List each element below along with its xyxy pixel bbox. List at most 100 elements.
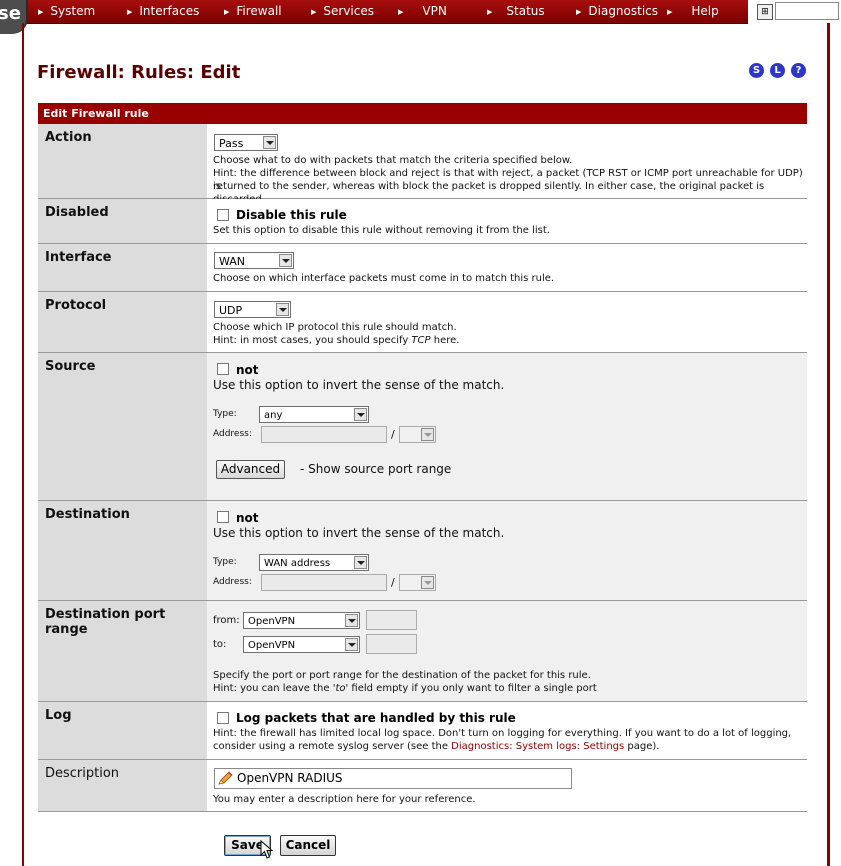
log-packets-checkbox-label[interactable]: Log packets that are handled by this rul… [236,711,516,725]
protocol-hint-1: Choose which IP protocol this rule shoul… [213,322,457,333]
mouse-pointer-icon [260,840,274,859]
protocol-label: Protocol [38,292,207,352]
dest-port-field: from: OpenVPN to: OpenVPN Specify the po… [207,601,807,701]
source-mask-select[interactable] [399,426,436,443]
description-input[interactable]: OpenVPN RADIUS [214,768,572,789]
source-row: Source not Use this option to invert the… [38,353,807,501]
triangle-right-icon: ▶ [398,8,404,16]
destination-invert-hint: Use this option to invert the sense of t… [213,526,505,540]
frame-border-left [22,23,24,866]
destination-not-label[interactable]: not [236,511,259,525]
log-hint-2: consider using a remote syslog server (s… [213,741,660,752]
chevron-down-icon [354,556,367,569]
disabled-field: Disable this rule Set this option to dis… [207,199,807,243]
interface-field: WAN Choose on which interface packets mu… [207,244,807,291]
nav-search-area: ⊞ [748,0,841,24]
dest-port-from-custom-input[interactable] [366,610,417,630]
page-title: Firewall: Rules: Edit [37,62,241,83]
interface-hint: Choose on which interface packets must c… [213,273,555,284]
nav-item-interfaces[interactable]: ▶ Interfaces [127,0,199,23]
log-field: Log packets that are handled by this rul… [207,702,807,759]
network-icon[interactable]: ⊞ [757,4,773,20]
form-section-header: Edit Firewall rule [38,103,807,124]
source-not-label[interactable]: not [236,363,259,377]
top-nav-bar: se ▶ System ▶ Interfaces ▶ Firewall ▶ Servic… [0,0,841,34]
disabled-row: Disabled Disable this rule Set this opti… [38,199,807,244]
interface-row: Interface WAN Choose on which interface … [38,244,807,292]
dest-port-to-label: to: [213,639,227,650]
chevron-down-icon [421,428,434,441]
disable-rule-checkbox-label[interactable]: Disable this rule [236,208,347,222]
disabled-label: Disabled [38,199,207,243]
source-type-label: Type: [213,409,237,419]
description-value: OpenVPN RADIUS [237,771,343,785]
source-address-label: Address: [213,429,252,439]
protocol-row: Protocol UDP Choose which IP protocol th… [38,292,807,353]
nav-item-diagnostics[interactable]: ▶ Diagnostics [576,0,658,23]
destination-address-input[interactable] [261,574,387,591]
source-invert-hint: Use this option to invert the sense of t… [213,378,505,392]
chevron-down-icon [354,408,367,421]
triangle-right-icon: ▶ [127,8,133,16]
dest-port-to-custom-input[interactable] [366,634,417,654]
destination-not-checkbox[interactable] [217,511,229,523]
nav-item-vpn[interactable]: ▶ VPN [398,0,447,23]
disabled-hint: Set this option to disable this rule wit… [213,225,550,236]
dest-port-from-select[interactable]: OpenVPN [243,612,360,629]
chevron-down-icon [263,136,276,149]
description-field: OpenVPN RADIUS You may enter a descripti… [207,760,807,811]
action-row: Action Pass Choose what to do with packe… [38,124,807,205]
protocol-select[interactable]: UDP [214,301,291,318]
log-packets-checkbox[interactable] [217,712,229,724]
nav-item-services[interactable]: ▶ Services [311,0,374,23]
triangle-right-icon: ▶ [487,8,493,16]
triangle-right-icon: ▶ [311,8,317,16]
source-field: not Use this option to invert the sense … [207,353,807,500]
disable-rule-checkbox[interactable] [217,209,229,221]
nav-search-input[interactable] [775,2,839,20]
source-address-input[interactable] [261,426,387,443]
interface-label: Interface [38,244,207,291]
nav-item-help[interactable]: ▶ Help [667,0,719,23]
advanced-source-port-text: - Show source port range [300,462,452,476]
log-quick-icon[interactable]: L [770,63,785,78]
description-hint: You may enter a description here for you… [213,794,476,805]
advanced-button[interactable]: Advanced [216,460,285,479]
dest-port-hint-1: Specify the port or port range for the d… [213,670,591,681]
triangle-right-icon: ▶ [224,8,230,16]
cancel-button[interactable]: Cancel [280,835,336,856]
source-type-select[interactable]: any [259,406,369,423]
destination-label: Destination [38,501,207,600]
triangle-right-icon: ▶ [38,8,44,16]
action-field: Pass Choose what to do with packets that… [207,124,807,205]
help-quick-icon[interactable]: ? [791,63,806,78]
source-mask-slash: / [391,428,395,441]
destination-type-select[interactable]: WAN address [259,554,369,571]
action-hint-1: Choose what to do with packets that matc… [213,155,573,166]
log-label: Log [38,702,207,759]
description-row: Description OpenVPN RADIUS You may enter… [38,760,807,812]
chevron-down-icon [276,303,289,316]
source-label: Source [38,353,207,500]
frame-border-right [827,23,830,866]
chevron-down-icon [279,254,292,267]
nav-item-system[interactable]: ▶ System [38,0,95,23]
protocol-hint-2: Hint: in most cases, you should specify … [213,335,460,346]
description-label: Description [38,760,207,811]
nav-item-firewall[interactable]: ▶ Firewall [224,0,282,23]
pencil-icon [218,771,233,785]
dest-port-to-select[interactable]: OpenVPN [243,636,360,653]
status-quick-icon[interactable]: S [749,63,764,78]
source-not-checkbox[interactable] [217,363,229,375]
syslog-settings-link[interactable]: Diagnostics: System logs: Settings [451,741,624,752]
nav-item-status[interactable]: ▶ Status [487,0,545,23]
chevron-down-icon [345,638,358,651]
action-select[interactable]: Pass [214,134,278,151]
destination-row: Destination not Use this option to inver… [38,501,807,601]
destination-field: not Use this option to invert the sense … [207,501,807,600]
destination-mask-select[interactable] [399,574,436,591]
interface-select[interactable]: WAN [214,252,294,269]
destination-mask-slash: / [391,576,395,589]
dest-port-hint-2: Hint: you can leave the 'to' field empty… [213,683,597,694]
log-hint-1: Hint: the firewall has limited local log… [213,728,792,739]
